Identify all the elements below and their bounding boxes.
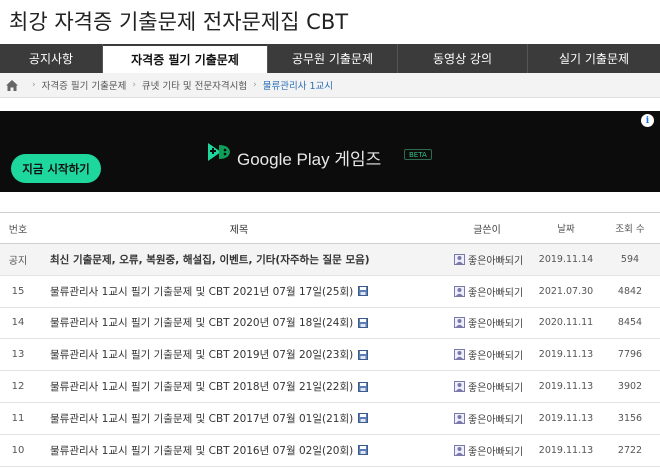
google-play-games-icon [208, 143, 230, 161]
post-views: 8454 [617, 317, 643, 329]
nav-item-civil-service[interactable]: 공무원 기출문제 [268, 44, 398, 73]
site-title[interactable]: 최강 자격증 기출문제 전자문제집 CBT [9, 6, 348, 36]
breadcrumb: › 자격증 필기 기출문제 › 큐넷 기타 및 전문자격시험 › 물류관리사 1… [0, 73, 660, 98]
chevron-right-icon: › [132, 80, 136, 90]
post-views: 3156 [617, 412, 643, 424]
post-title-link[interactable]: 최신 기출문제, 오류, 복원중, 해설집, 이벤트, 기타(자주하는 질문 모… [50, 252, 370, 267]
post-writer[interactable]: 좋은아빠되기 [468, 284, 523, 299]
post-date: 2019.11.13 [538, 349, 594, 361]
post-views: 594 [620, 253, 640, 265]
header-title: 제목 [229, 224, 249, 236]
post-title-link[interactable]: 물류관리사 1교시 필기 기출문제 및 CBT 2018년 07월 21일(22… [50, 379, 353, 394]
ad-beta-badge: BETA [404, 149, 432, 160]
post-number: 12 [11, 381, 25, 393]
post-number: 14 [11, 317, 25, 329]
post-views: 2722 [617, 444, 643, 456]
member-icon [454, 317, 465, 329]
ad-info-icon[interactable]: i [641, 114, 654, 127]
table-row[interactable]: 11 물류관리사 1교시 필기 기출문제 및 CBT 2017년 07월 01일… [0, 403, 660, 435]
header-views[interactable]: 조회 수 [600, 221, 660, 235]
nav-item-video-lectures[interactable]: 동영상 강의 [398, 44, 528, 73]
ad-banner[interactable]: 지금 시작하기 Google Play 게임즈 BETA i [0, 111, 660, 192]
post-views: 7796 [617, 349, 643, 361]
member-icon [454, 444, 465, 456]
header-date[interactable]: 날짜 [532, 221, 600, 235]
floppy-disk-icon [358, 317, 369, 328]
post-views: 4842 [617, 285, 643, 297]
post-writer[interactable]: 좋은아빠되기 [468, 443, 523, 458]
post-date: 2021.07.30 [538, 285, 594, 297]
member-icon [454, 349, 465, 361]
post-title-link[interactable]: 물류관리사 1교시 필기 기출문제 및 CBT 2017년 07월 01일(21… [50, 411, 353, 426]
nav-item-written-exams[interactable]: 자격증 필기 기출문제 [103, 44, 268, 73]
member-icon [454, 285, 465, 297]
member-icon [454, 253, 465, 265]
floppy-disk-icon [358, 349, 369, 360]
nav-item-practical-exams[interactable]: 실기 기출문제 [528, 44, 660, 73]
table-header: 번호 제목 글쓴이 날짜 조회 수 [0, 212, 660, 244]
post-date: 2019.11.13 [538, 381, 594, 393]
table-row[interactable]: 15 물류관리사 1교시 필기 기출문제 및 CBT 2021년 07월 17일… [0, 276, 660, 308]
main-nav: 공지사항 자격증 필기 기출문제 공무원 기출문제 동영상 강의 실기 기출문제 [0, 44, 660, 73]
member-icon [454, 381, 465, 393]
member-icon [454, 412, 465, 424]
post-views: 3902 [617, 381, 643, 393]
nav-item-notice[interactable]: 공지사항 [0, 44, 103, 73]
breadcrumb-current[interactable]: 물류관리사 1교시 [263, 78, 333, 92]
post-date: 2019.11.13 [538, 412, 594, 424]
table-row[interactable]: 14 물류관리사 1교시 필기 기출문제 및 CBT 2020년 07월 18일… [0, 308, 660, 340]
post-title-link[interactable]: 물류관리사 1교시 필기 기출문제 및 CBT 2019년 07월 20일(23… [50, 347, 353, 362]
floppy-disk-icon [358, 445, 369, 456]
board-table: 번호 제목 글쓴이 날짜 조회 수 공지 최신 기출문제, 오류, 복원중, 해… [0, 212, 660, 467]
header-writer: 글쓴이 [473, 224, 501, 236]
floppy-disk-icon [358, 286, 369, 297]
post-writer[interactable]: 좋은아빠되기 [468, 252, 523, 267]
ad-start-button[interactable]: 지금 시작하기 [11, 154, 101, 183]
floppy-disk-icon [358, 381, 369, 392]
post-date: 2020.11.11 [538, 317, 594, 329]
post-number: 10 [11, 444, 25, 456]
notice-row[interactable]: 공지 최신 기출문제, 오류, 복원중, 해설집, 이벤트, 기타(자주하는 질… [0, 244, 660, 276]
post-date: 2019.11.13 [538, 444, 594, 456]
ad-brand-text: Google Play 게임즈 [237, 150, 382, 169]
table-row[interactable]: 12 물류관리사 1교시 필기 기출문제 및 CBT 2018년 07월 21일… [0, 371, 660, 403]
table-row[interactable]: 10 물류관리사 1교시 필기 기출문제 및 CBT 2016년 07월 02일… [0, 435, 660, 467]
table-row[interactable]: 13 물류관리사 1교시 필기 기출문제 및 CBT 2019년 07월 20일… [0, 339, 660, 372]
notice-label: 공지 [8, 255, 28, 267]
post-number: 15 [11, 285, 25, 297]
post-writer[interactable]: 좋은아빠되기 [468, 347, 523, 362]
post-number: 11 [11, 412, 25, 424]
post-title-link[interactable]: 물류관리사 1교시 필기 기출문제 및 CBT 2020년 07월 18일(24… [50, 315, 353, 330]
post-date: 2019.11.14 [538, 253, 594, 265]
home-icon[interactable] [6, 79, 18, 91]
post-number: 13 [11, 349, 25, 361]
post-writer[interactable]: 좋은아빠되기 [468, 411, 523, 426]
header-no: 번호 [8, 224, 28, 236]
floppy-disk-icon [358, 413, 369, 424]
chevron-right-icon: › [253, 80, 257, 90]
chevron-right-icon: › [32, 80, 36, 90]
breadcrumb-item[interactable]: 자격증 필기 기출문제 [42, 78, 127, 92]
post-title-link[interactable]: 물류관리사 1교시 필기 기출문제 및 CBT 2016년 07월 02일(20… [50, 443, 353, 458]
post-title-link[interactable]: 물류관리사 1교시 필기 기출문제 및 CBT 2021년 07월 17일(25… [50, 284, 353, 299]
breadcrumb-item[interactable]: 큐넷 기타 및 전문자격시험 [142, 78, 247, 92]
post-writer[interactable]: 좋은아빠되기 [468, 315, 523, 330]
post-writer[interactable]: 좋은아빠되기 [468, 379, 523, 394]
